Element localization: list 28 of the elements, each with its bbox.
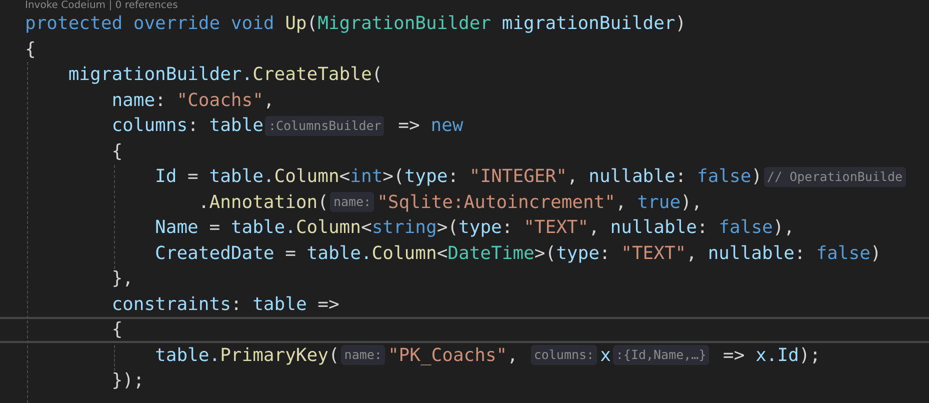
- code-text: => new: [397, 114, 464, 138]
- inlay-hint: :{Id,Name,…}: [612, 345, 710, 366]
- code-editor[interactable]: [0, 0, 929, 403]
- code-text: "Sqlite:Autoincrement", true),: [377, 190, 702, 214]
- code-text: "PK_Coachs",: [388, 344, 519, 368]
- code-text: columns: table: [110, 114, 264, 138]
- inlay-hint: name:: [341, 345, 385, 366]
- code-text: x: [600, 344, 611, 368]
- code-text: name: "Coachs",: [110, 88, 274, 112]
- code-text: protected override void Up(MigrationBuilder migrationBuilder): [25, 12, 686, 36]
- inlay-hint: columns:: [530, 345, 598, 366]
- code-text: .Annotation(: [197, 190, 328, 214]
- code-text: migrationBuilder.CreateTable(: [67, 63, 383, 87]
- code-text: {: [110, 318, 123, 342]
- code-text: CreatedDate = table.Column<DateTime>(type: "TEXT", nullable: false): [154, 242, 882, 266]
- code-text: });: [110, 369, 144, 393]
- inlay-hint: name:: [330, 192, 374, 212]
- code-text: },: [110, 267, 134, 291]
- codelens-text[interactable]: Invoke Codeium | 0 references: [25, 0, 929, 11]
- code-text: {: [25, 38, 36, 62]
- code-text: constraints: table =>: [110, 292, 340, 316]
- inlay-hint: // OperationBuilde: [764, 166, 906, 187]
- code-text: => x.Id);: [722, 344, 821, 368]
- code-text: Id = table.Column<int>(type: "INTEGER", nullable: false): [154, 165, 762, 189]
- code-text: Name = table.Column<string>(type: "TEXT", nullable: false),: [154, 216, 795, 240]
- inlay-hint: :ColumnsBuilder: [265, 116, 384, 136]
- code-text: table.PrimaryKey(: [154, 344, 340, 368]
- code-text: {: [110, 140, 123, 164]
